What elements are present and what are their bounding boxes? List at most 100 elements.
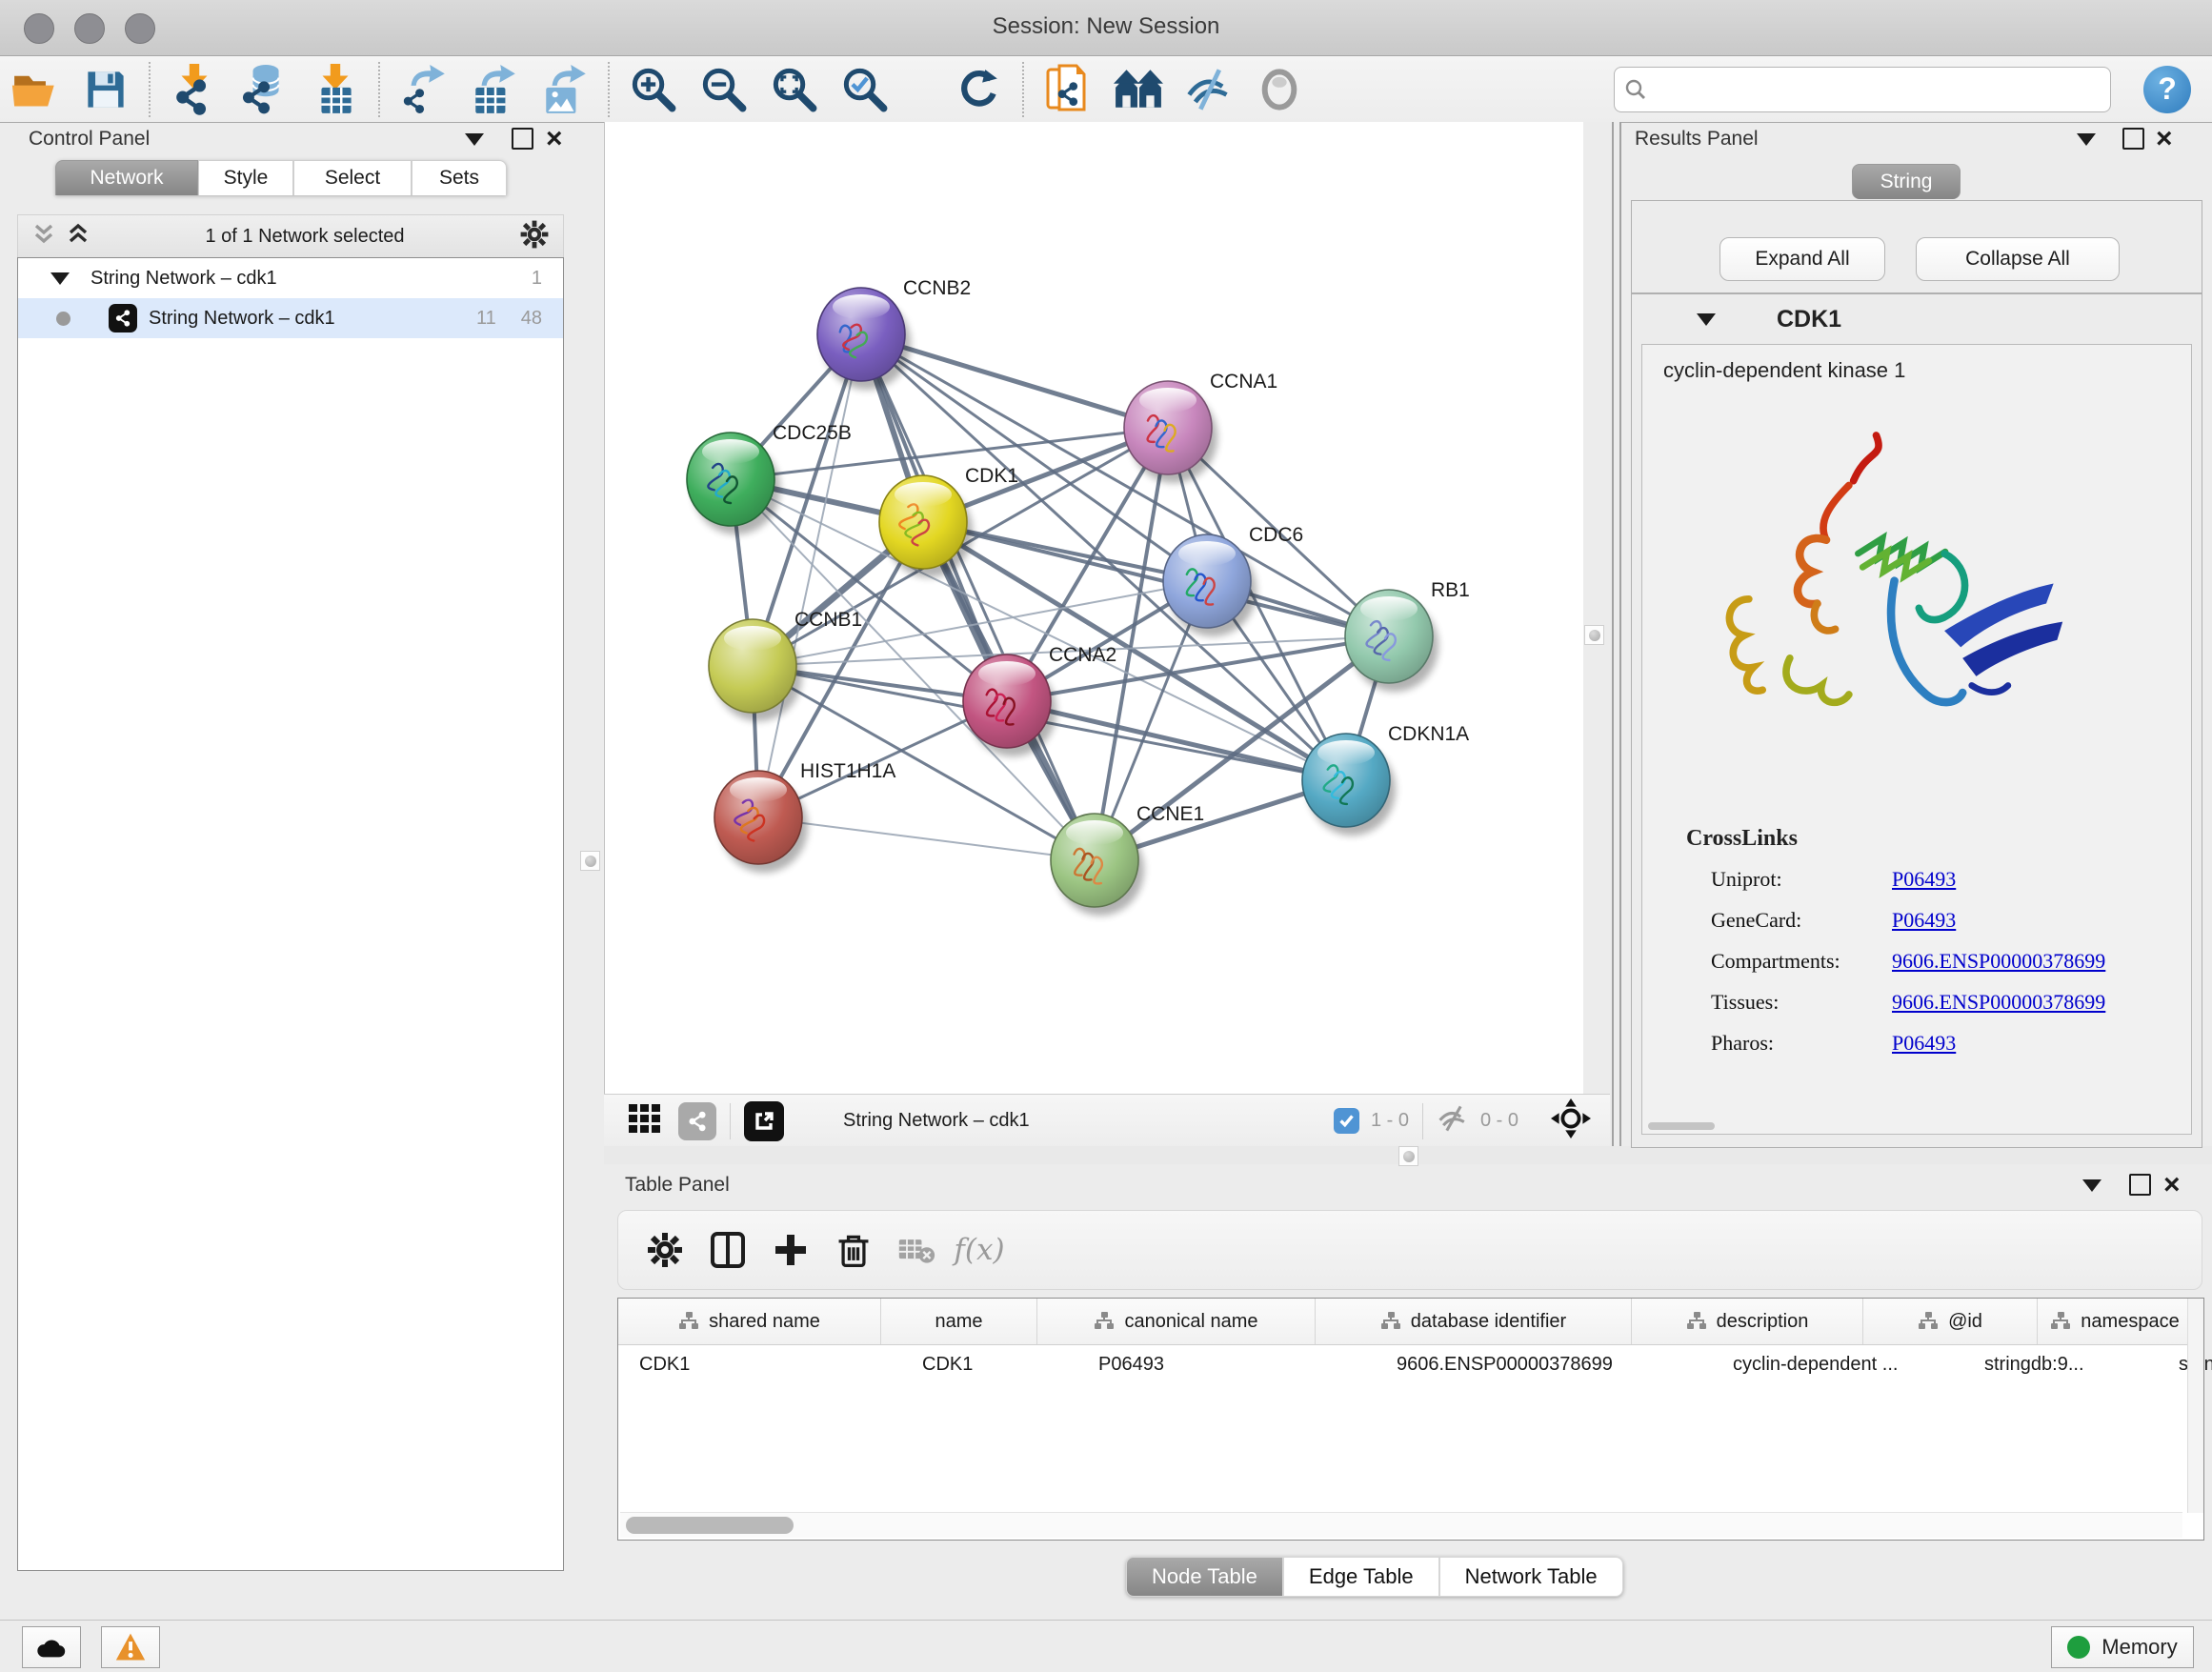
column-header-canonical-name[interactable]: canonical name — [1037, 1299, 1316, 1344]
gene-section-header[interactable]: CDK1 — [1632, 294, 2202, 344]
column-header-database-identifier[interactable]: database identifier — [1316, 1299, 1632, 1344]
import-network-file-button[interactable] — [165, 63, 224, 116]
hidden-eye-icon[interactable] — [1437, 1104, 1471, 1138]
chevron-down-icon — [465, 133, 484, 146]
export-network-button[interactable] — [394, 63, 453, 116]
show-graphics-details-button[interactable] — [1250, 63, 1309, 116]
section-expand-icon[interactable] — [1697, 313, 1716, 326]
gear-icon[interactable] — [519, 219, 550, 254]
collapse-all-networks-icon[interactable] — [66, 222, 90, 252]
crosslink-value[interactable]: P06493 — [1892, 1031, 1956, 1056]
tab-sets[interactable]: Sets — [412, 160, 507, 195]
results-panel-collapse-button[interactable] — [2077, 133, 2096, 146]
refresh-view-button[interactable] — [950, 63, 1009, 116]
table-row[interactable]: CDK1CDK1P064939606.ENSP00000378699cyclin… — [618, 1345, 2203, 1383]
collection-expand-icon[interactable] — [50, 272, 70, 285]
expand-all-networks-icon[interactable] — [31, 222, 56, 252]
show-column-icon[interactable] — [696, 1219, 759, 1281]
tab-edge-table[interactable]: Edge Table — [1283, 1557, 1439, 1597]
crosslink-value[interactable]: P06493 — [1892, 908, 1956, 933]
node-CCNB2[interactable]: CCNB2 — [817, 277, 971, 390]
warning-button[interactable] — [101, 1626, 160, 1668]
memory-button[interactable]: Memory — [2051, 1626, 2194, 1668]
save-session-button[interactable] — [76, 63, 135, 116]
column-header-description[interactable]: description — [1632, 1299, 1863, 1344]
tab-string[interactable]: String — [1852, 164, 1961, 199]
import-table-file-button[interactable] — [306, 63, 365, 116]
control-panel-close-button[interactable]: × — [546, 130, 563, 149]
zoom-out-button[interactable] — [694, 63, 754, 116]
collapse-all-button[interactable]: Collapse All — [1916, 237, 2120, 281]
table-panel-close-button[interactable]: × — [2163, 1176, 2181, 1195]
node-CCNB1[interactable]: CCNB1 — [709, 609, 862, 721]
tab-network[interactable]: Network — [55, 160, 198, 195]
table-header-row: shared namenamecanonical namedatabase id… — [618, 1299, 2203, 1345]
birds-eye-view-icon[interactable] — [1551, 1098, 1591, 1143]
float-icon — [2129, 1174, 2151, 1196]
show-grid-icon[interactable] — [627, 1100, 663, 1141]
node-CCNE1[interactable]: CCNE1 — [1051, 803, 1204, 916]
node-CDC6[interactable]: CDC6 — [1163, 524, 1303, 636]
crosslink-value[interactable]: P06493 — [1892, 867, 1956, 892]
node-CCNA1[interactable]: CCNA1 — [1124, 371, 1277, 483]
control-panel-collapse-button[interactable] — [465, 133, 484, 146]
results-panel-close-button[interactable]: × — [2156, 130, 2173, 149]
help-button[interactable]: ? — [2143, 66, 2191, 113]
table-panel-float-button[interactable] — [2129, 1174, 2151, 1196]
search-box[interactable] — [1614, 67, 2111, 112]
node-HIST1H1A[interactable]: HIST1H1A — [714, 760, 895, 873]
zoom-in-button[interactable] — [624, 63, 683, 116]
column-header-namespace[interactable]: namespace — [2038, 1299, 2193, 1344]
open-in-new-window-icon[interactable] — [744, 1101, 784, 1141]
node-CDK1[interactable]: CDK1 — [879, 465, 1018, 577]
search-input[interactable] — [1655, 77, 2101, 101]
left-splitter-handle[interactable] — [580, 851, 600, 871]
tab-node-table[interactable]: Node Table — [1126, 1557, 1283, 1597]
import-network-database-button[interactable] — [235, 63, 294, 116]
tab-select[interactable]: Select — [293, 160, 412, 195]
delete-table-icon — [885, 1219, 948, 1281]
column-header--id[interactable]: @id — [1863, 1299, 2038, 1344]
selected-checkbox[interactable] — [1334, 1108, 1359, 1134]
scrollbar-thumb[interactable] — [626, 1517, 794, 1534]
open-session-button[interactable] — [6, 63, 65, 116]
zoom-selected-button[interactable] — [835, 63, 895, 116]
table-settings-gear-icon[interactable] — [633, 1219, 696, 1281]
node-CCNA2[interactable]: CCNA2 — [963, 644, 1116, 756]
table-horizontal-scrollbar[interactable] — [620, 1512, 2182, 1538]
crosslink-value[interactable]: 9606.ENSP00000378699 — [1892, 949, 2105, 974]
node-CDKN1A[interactable]: CDKN1A — [1302, 723, 1469, 836]
network-canvas[interactable]: CCNB2 CCNA1 CDC25B CDK1 CDC6 — [604, 122, 1584, 1094]
network-collection-row[interactable]: String Network – cdk1 1 — [18, 258, 563, 298]
bottom-splitter-handle[interactable] — [1398, 1146, 1418, 1166]
control-panel-float-button[interactable] — [512, 128, 533, 150]
string-style-icon[interactable] — [678, 1102, 716, 1140]
results-scrollbar[interactable] — [1648, 1122, 1715, 1130]
new-session-from-network-button[interactable] — [1038, 63, 1097, 116]
cloud-button[interactable] — [22, 1626, 81, 1668]
column-header-name[interactable]: name — [881, 1299, 1037, 1344]
right-splitter-handle[interactable] — [1584, 625, 1604, 645]
window-titlebar: Session: New Session — [0, 0, 2212, 56]
delete-column-icon[interactable] — [822, 1219, 885, 1281]
export-table-button[interactable] — [465, 63, 524, 116]
create-column-icon[interactable] — [759, 1219, 822, 1281]
table-panel-collapse-button[interactable] — [2082, 1179, 2101, 1192]
node-label-CCNB1: CCNB1 — [794, 609, 862, 631]
crosslink-value[interactable]: 9606.ENSP00000378699 — [1892, 990, 2105, 1015]
results-panel-float-button[interactable] — [2122, 128, 2144, 150]
crosslink-label: Uniprot: — [1711, 867, 1892, 892]
crosslink-row: Uniprot:P06493 — [1711, 867, 2187, 892]
hide-selected-button[interactable] — [1179, 63, 1238, 116]
tab-network-table[interactable]: Network Table — [1439, 1557, 1623, 1597]
table-vertical-scrollbar[interactable] — [2187, 1299, 2203, 1513]
column-header-shared-name[interactable]: shared name — [618, 1299, 881, 1344]
node-RB1[interactable]: RB1 — [1345, 579, 1470, 692]
network-row[interactable]: String Network – cdk1 11 48 — [18, 298, 563, 338]
tab-style[interactable]: Style — [198, 160, 293, 195]
zoom-fit-button[interactable] — [765, 63, 824, 116]
first-neighbors-button[interactable] — [1109, 63, 1168, 116]
export-image-button[interactable] — [535, 63, 594, 116]
control-panel-title: Control Panel — [29, 128, 150, 151]
expand-all-button[interactable]: Expand All — [1719, 237, 1885, 281]
